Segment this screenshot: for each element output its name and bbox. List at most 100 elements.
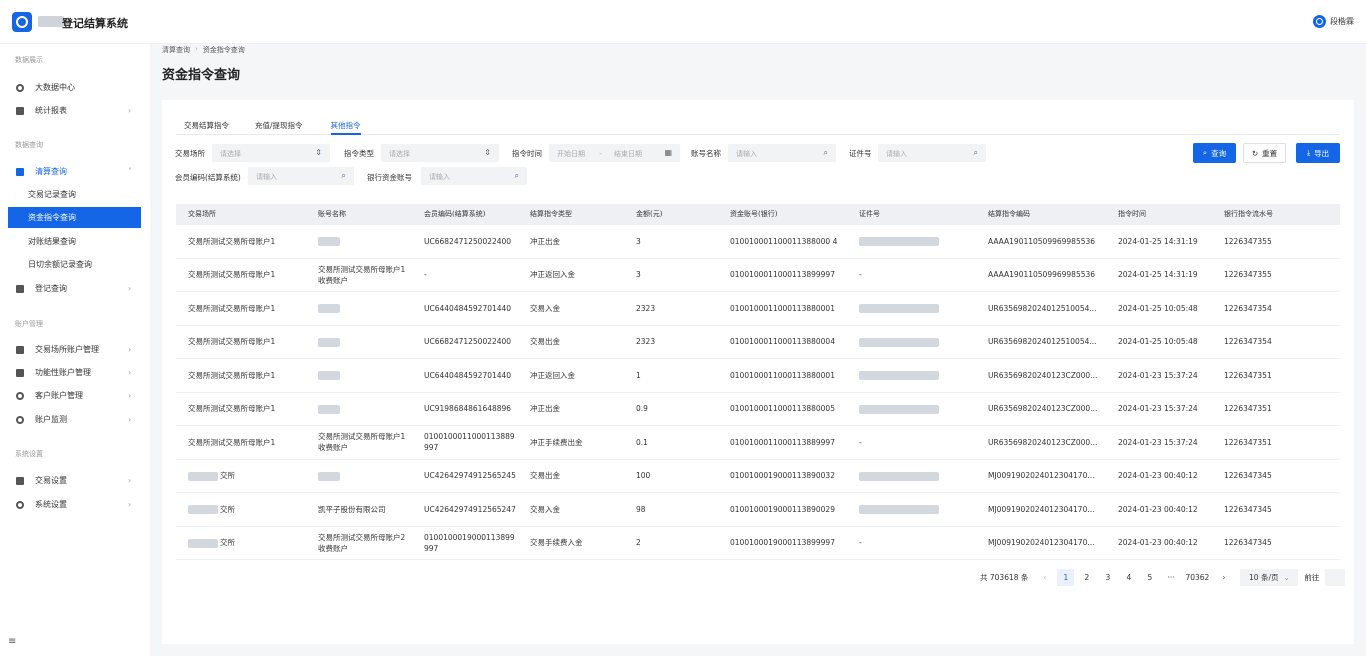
chevron-right-icon: › [128, 284, 132, 293]
table-cell: 交所 [176, 504, 306, 515]
jump-label: 前往 [1304, 572, 1320, 582]
sidebar-item-big-data[interactable]: 大数据中心 [0, 77, 141, 98]
cert-placeholder: 请输入 [886, 150, 907, 158]
table-cell: - [859, 270, 862, 280]
page-title: 资金指令查询 [162, 68, 241, 83]
sidebar-item-label: 交易场所账户管理 [35, 345, 99, 354]
column-header: 会员编码(结算系统) [424, 210, 486, 218]
sidebar-item-reports[interactable]: 统计报表 › [0, 100, 141, 121]
account-name-input[interactable]: 请输入 ⌕ [728, 144, 836, 162]
user-menu[interactable]: 段楷霖 [1313, 15, 1354, 28]
search-button[interactable]: ⌕ 查询 [1193, 143, 1236, 163]
breadcrumb-separator-icon: › [195, 45, 198, 53]
export-button[interactable]: ⤓ 导出 [1296, 143, 1340, 163]
column-header: 交易场所 [188, 210, 216, 218]
column-header: 指令时间 [1118, 210, 1146, 218]
chevron-right-icon: › [128, 415, 132, 424]
search-icon: ⌕ [973, 148, 978, 157]
sidebar-item-label: 交易记录查询 [28, 190, 76, 199]
sidebar-item-account-monitor[interactable]: 账户监测 › [0, 409, 141, 430]
chevron-up-icon: ˄ [128, 167, 132, 176]
export-button-label: 导出 [1314, 148, 1330, 158]
column-header: 结算指令编码 [988, 210, 1030, 218]
sidebar-item-customer-accounts[interactable]: 客户账户管理 › [0, 385, 141, 406]
table-row: 交所 UC42642974912565245 交易出金 100 010010001900… [176, 460, 1340, 493]
sidebar-item-system-settings[interactable]: 系统设置 › [0, 494, 141, 515]
table-cell: 冲正返回入金 [530, 370, 575, 380]
member-code-input[interactable]: 请输入 ⌕ [248, 167, 354, 185]
breadcrumb-parent[interactable]: 清算查询 [162, 45, 190, 55]
tab-other[interactable]: 其他指令 [330, 114, 361, 135]
menu-collapse-icon[interactable]: ≡ [8, 636, 16, 647]
member-code-label: 会员编码(结算系统) [175, 173, 241, 182]
redacted-block [318, 404, 340, 414]
redacted-cell [847, 370, 976, 381]
table-cell: 0100100011000113899997 [730, 270, 835, 280]
type-select[interactable]: 请选择 ⇕ [381, 144, 499, 162]
table-cell: 交易所测试交易所母账户1 [188, 337, 276, 347]
search-icon: ⌕ [341, 171, 346, 180]
table-cell: 1226347354 [1224, 303, 1272, 313]
reset-button[interactable]: ↻ 重置 [1243, 143, 1286, 163]
sidebar-item-trade-settings[interactable]: 交易设置 › [0, 470, 141, 491]
tab-deposit-withdraw[interactable]: 充值/提现指令 [247, 114, 303, 135]
sidebar-item-venue-accounts[interactable]: 交易场所账户管理 › [0, 339, 141, 360]
table-cell: 3 [636, 270, 641, 280]
breadcrumb-current: 资金指令查询 [202, 46, 245, 54]
redacted-cell [306, 236, 412, 247]
chevron-right-icon: › [128, 345, 132, 354]
sidebar-group-account-mgmt: 账户管理 [15, 320, 43, 328]
table-row: 交易所测试交易所母账户1 UC6682471250022400 冲正出金 3 01001… [176, 225, 1340, 259]
redacted-block [318, 304, 340, 314]
sidebar-item-clearing[interactable]: 清算查询 ˄ [0, 161, 141, 182]
redacted-block [188, 505, 218, 515]
cert-input[interactable]: 请输入 ⌕ [878, 144, 986, 162]
page-3[interactable]: 3 [1099, 569, 1116, 586]
table-row: 交易所测试交易所母账户1 UC9198684861648896 冲正出金 0.9 010… [176, 393, 1340, 426]
search-icon: ⌕ [514, 171, 519, 180]
venue-select[interactable]: 请选择 ⇕ [212, 144, 330, 162]
bank-account-input[interactable]: 请输入 ⌕ [421, 167, 527, 185]
column-header: 证件号 [859, 210, 880, 218]
type-label: 指令类型 [344, 149, 374, 158]
chevron-right-icon: › [128, 476, 132, 485]
page-5[interactable]: 5 [1141, 569, 1158, 586]
page-size-select[interactable]: 10 条/页 ⌄ [1240, 568, 1299, 586]
jump-page-input[interactable] [1325, 568, 1346, 586]
sidebar-item-fund-instructions[interactable]: 资金指令查询 [8, 207, 141, 228]
page-size-value: 10 条/页 [1249, 572, 1279, 582]
more-pages-icon[interactable]: ··· [1162, 569, 1179, 586]
page-last[interactable]: 70362 [1183, 569, 1211, 586]
download-icon: ⤓ [1306, 148, 1311, 157]
table-cell: 2024-01-23 00:40:12 [1118, 504, 1198, 514]
table-cell: 0100100011000113880005 [730, 404, 835, 414]
tab-trade-settlement[interactable]: 交易结算指令 [176, 114, 229, 135]
table-cell: MJ009190202401230417​0... [988, 538, 1095, 548]
table-cell: UR635698202401251005​4... [988, 303, 1097, 313]
page-1[interactable]: 1 [1057, 568, 1075, 586]
redacted-cell [306, 403, 412, 414]
app-logo-icon[interactable] [12, 12, 32, 32]
sidebar-item-functional-accounts[interactable]: 功能性账户管理 › [0, 362, 141, 383]
page-2[interactable]: 2 [1078, 569, 1095, 586]
date-range-picker[interactable]: 开始日期 - 结束日期 ▦ [549, 144, 680, 162]
sidebar-item-reconciliation[interactable]: 对账结果查询 [0, 231, 141, 252]
redacted-block [859, 404, 939, 414]
table-cell: UC42642974912565245 [424, 471, 516, 481]
column-header: 金额(元) [636, 210, 663, 218]
table-cell: 2323 [636, 337, 656, 347]
next-page-icon[interactable]: › [1215, 569, 1232, 586]
sidebar-item-trade-records[interactable]: 交易记录查询 [0, 184, 141, 205]
prev-page-icon[interactable]: ‹ [1036, 569, 1053, 586]
sidebar-item-register[interactable]: 登记查询 › [0, 278, 141, 299]
monitor-icon [15, 415, 24, 424]
page-4[interactable]: 4 [1120, 569, 1137, 586]
trade-settings-icon [15, 476, 24, 485]
chevron-right-icon: › [128, 391, 132, 400]
redacted-block [188, 471, 218, 481]
table-row: 交易所测试交易所母账户1 UC6682471250022400 交易出金 2323 01… [176, 326, 1340, 359]
sidebar-item-label: 功能性账户管理 [35, 368, 91, 377]
sidebar-item-daily-balance[interactable]: 日切余额记录查询 [0, 254, 141, 275]
table-cell: 2024-01-23 00:40:12 [1118, 538, 1198, 548]
sidebar-item-label: 统计报表 [35, 106, 67, 115]
